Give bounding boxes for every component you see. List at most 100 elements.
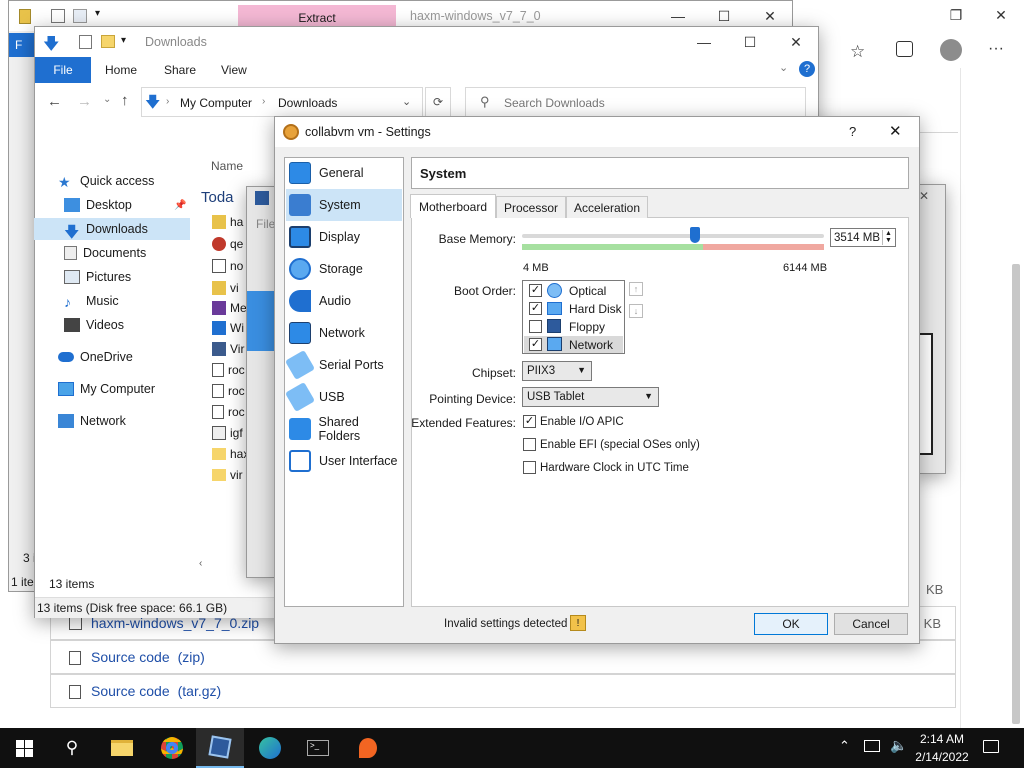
tab-processor[interactable]: Processor	[496, 196, 566, 218]
search-button[interactable]: ⚲	[48, 728, 96, 768]
taskbar-app[interactable]	[344, 728, 392, 768]
properties-icon[interactable]	[51, 9, 65, 23]
profile-icon[interactable]	[940, 39, 962, 61]
list-item[interactable]: Me	[212, 298, 247, 318]
taskbar-terminal[interactable]: >_	[294, 728, 342, 768]
io-apic-checkbox[interactable]: ✓	[523, 415, 536, 428]
efi-checkbox[interactable]	[523, 438, 536, 451]
help-button[interactable]: ?	[849, 124, 856, 139]
network-icon[interactable]	[864, 740, 880, 752]
tab-home[interactable]: Home	[105, 63, 137, 77]
file-tab[interactable]: File	[35, 57, 91, 83]
clock-date[interactable]: 2/14/2022	[912, 750, 972, 764]
up-arrow-icon[interactable]: ↑	[121, 92, 129, 109]
minimize-button[interactable]: —	[681, 27, 727, 57]
boot-floppy-checkbox[interactable]	[529, 320, 542, 333]
settings-nav-display[interactable]: Display	[286, 221, 402, 253]
list-item[interactable]: vir	[212, 465, 243, 485]
chevron-down-icon[interactable]: ▾	[121, 35, 126, 46]
nav-documents[interactable]: Documents	[64, 242, 146, 264]
download-name[interactable]: Source code	[91, 649, 170, 665]
notifications-icon[interactable]	[983, 740, 999, 753]
boot-item-optical[interactable]: ✓ Optical	[524, 282, 623, 299]
ok-button[interactable]: OK	[754, 613, 828, 635]
settings-nav-shared-folders[interactable]: Shared Folders	[286, 413, 402, 445]
slider-thumb[interactable]	[690, 227, 700, 243]
memory-spinbox[interactable]: 3514 MB ▲ ▼	[830, 228, 896, 247]
download-name[interactable]: Source code	[91, 683, 170, 699]
boot-hard-disk-checkbox[interactable]: ✓	[529, 302, 542, 315]
list-item[interactable]: vi	[212, 278, 239, 298]
nav-videos[interactable]: Videos	[64, 314, 124, 336]
list-item[interactable]: no	[212, 256, 243, 276]
list-item[interactable]: roc	[212, 381, 245, 401]
start-button[interactable]	[0, 728, 48, 768]
move-down-button[interactable]: ↓	[629, 304, 643, 318]
nav-onedrive[interactable]: OneDrive	[58, 346, 133, 368]
settings-nav-network[interactable]: Network	[286, 317, 402, 349]
tab-share[interactable]: Share	[164, 63, 196, 77]
utc-clock-label[interactable]: Hardware Clock in UTC Time	[540, 462, 689, 474]
utc-clock-checkbox[interactable]	[523, 461, 536, 474]
nav-my-computer[interactable]: My Computer	[58, 378, 155, 400]
io-apic-label[interactable]: Enable I/O APIC	[540, 416, 624, 428]
maximize-button[interactable]: ☐	[727, 27, 773, 57]
collections-icon[interactable]	[896, 41, 913, 57]
taskbar-edge[interactable]	[246, 728, 294, 768]
nav-pictures[interactable]: Pictures	[64, 266, 131, 288]
refresh-button[interactable]: ⟳	[425, 87, 451, 117]
browser-restore-button[interactable]: ❐	[933, 0, 979, 30]
tab-view[interactable]: View	[221, 63, 247, 77]
tab-motherboard[interactable]: Motherboard	[410, 194, 496, 218]
list-item[interactable]: hax	[212, 444, 249, 464]
nav-network[interactable]: Network	[58, 410, 126, 432]
favorites-star-icon[interactable]: ☆	[850, 42, 865, 62]
boot-optical-checkbox[interactable]: ✓	[529, 284, 542, 297]
breadcrumb-current[interactable]: Downloads	[278, 96, 337, 110]
nav-quick-access[interactable]: ★ Quick access	[58, 170, 154, 192]
tab-acceleration[interactable]: Acceleration	[566, 196, 648, 218]
list-item[interactable]: qe	[212, 234, 243, 254]
boot-item-network[interactable]: ✓ Network	[524, 336, 623, 353]
settings-nav-usb[interactable]: USB	[284, 381, 402, 413]
nav-downloads[interactable]: 🡇 Downloads	[64, 218, 148, 241]
taskbar-virtualbox[interactable]	[196, 728, 244, 768]
taskbar-chrome[interactable]	[148, 728, 196, 768]
address-bar[interactable]: 🡇 › My Computer › Downloads ⌄	[141, 87, 423, 117]
chevron-up-icon[interactable]: ⌃	[839, 738, 850, 754]
close-button[interactable]: ✕	[773, 27, 819, 57]
settings-nav-storage[interactable]: Storage	[286, 253, 402, 285]
chevron-down-icon[interactable]: ▾	[95, 8, 100, 19]
list-item[interactable]: ha	[212, 212, 243, 232]
list-item[interactable]: roc	[212, 402, 245, 422]
move-up-button[interactable]: ↑	[629, 282, 643, 296]
search-box[interactable]: ⚲ Search Downloads	[465, 87, 806, 117]
horizontal-scrollbar[interactable]: ‹	[195, 555, 245, 571]
clock-time[interactable]: 2:14 AM	[917, 732, 967, 746]
properties-icon[interactable]	[79, 35, 92, 49]
forward-arrow-icon[interactable]: →	[77, 93, 92, 110]
settings-nav-audio[interactable]: Audio	[286, 285, 402, 317]
group-today[interactable]: Toda	[201, 189, 234, 206]
close-button[interactable]: ✕	[889, 122, 902, 140]
boot-item-hard-disk[interactable]: ✓ Hard Disk	[524, 300, 623, 317]
list-item[interactable]: igf	[212, 423, 243, 443]
list-item[interactable]: roc	[212, 360, 245, 380]
list-item[interactable]: Wi	[212, 318, 244, 338]
chevron-down-icon[interactable]: ⌄	[779, 61, 788, 74]
download-row-2[interactable]: Source code (zip)	[50, 640, 956, 674]
browser-scrollbar[interactable]	[1012, 264, 1020, 724]
boot-item-floppy[interactable]: Floppy	[524, 318, 623, 335]
close-icon[interactable]: ✕	[919, 189, 929, 203]
settings-nav-system[interactable]: System	[286, 189, 402, 221]
spin-arrows-icon[interactable]: ▲ ▼	[882, 230, 894, 245]
chipset-select[interactable]: PIIX3 ▼	[522, 361, 592, 381]
more-icon[interactable]: ···	[988, 40, 1004, 58]
nav-music[interactable]: ♪ Music	[64, 290, 119, 312]
folder-icon[interactable]	[101, 35, 115, 48]
settings-nav-user-interface[interactable]: User Interface	[286, 445, 402, 477]
taskbar-file-explorer[interactable]	[98, 728, 146, 768]
chevron-down-icon[interactable]: ⌄	[402, 95, 411, 108]
browser-close-button[interactable]: ✕	[978, 0, 1024, 30]
boot-network-checkbox[interactable]: ✓	[529, 338, 542, 351]
